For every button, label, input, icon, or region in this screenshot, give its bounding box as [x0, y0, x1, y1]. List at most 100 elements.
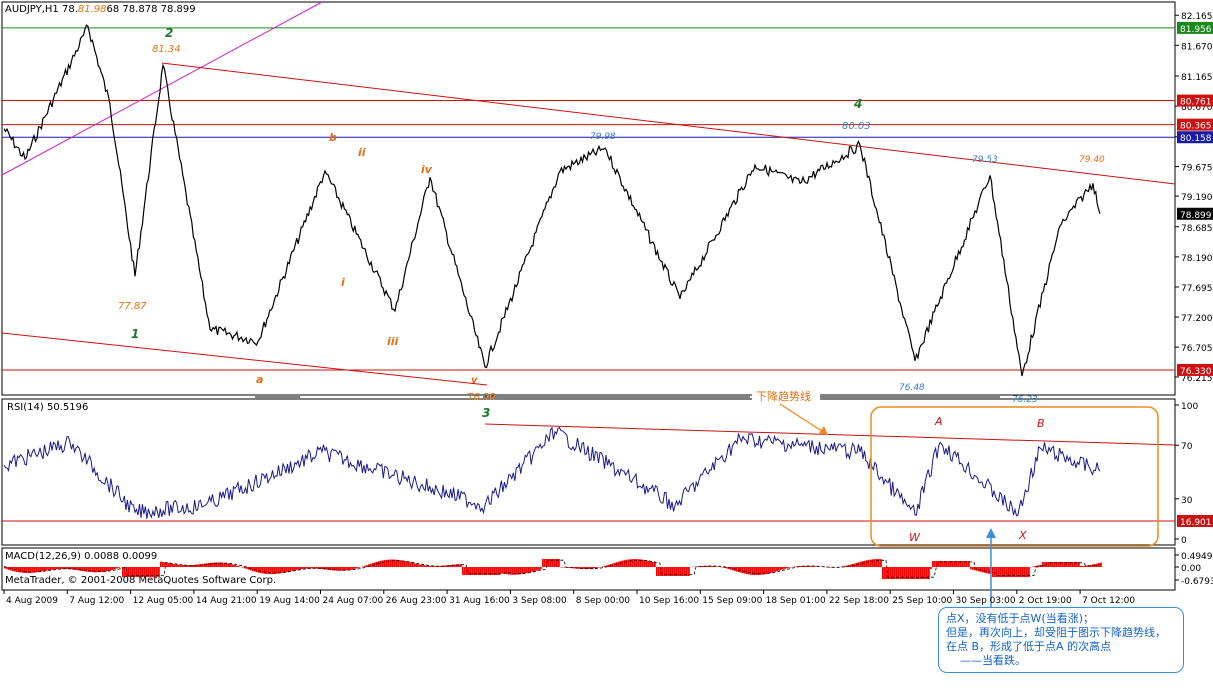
macd-bar: [622, 560, 624, 567]
note-line-1: 点X，没有低于点W(当看涨)；: [946, 612, 1094, 625]
macd-bar: [932, 561, 934, 567]
macd-bar: [420, 564, 422, 567]
macd-bar: [662, 567, 664, 576]
macd-bar: [222, 562, 224, 567]
macd-bar: [416, 563, 418, 567]
macd-bar: [332, 567, 334, 571]
ohlc-label-highlight: 81.98: [77, 4, 107, 15]
macd-bar: [650, 561, 652, 567]
macd-bar: [358, 567, 360, 568]
svg-text:80.761: 80.761: [1180, 98, 1212, 108]
macd-bar: [84, 567, 86, 572]
macd-bar: [228, 563, 230, 567]
macd-bar: [404, 561, 406, 567]
note-line-2: 但是，再次向上，却受阻于图示下降趋势线，: [946, 626, 1166, 639]
rsi-level-tag: 16.901: [1177, 515, 1213, 528]
rsi-point-b: B: [1037, 417, 1045, 430]
time-tick-label: 18 Sep 01:00: [766, 596, 826, 606]
macd-bar: [44, 567, 46, 571]
macd-bar: [624, 560, 626, 567]
macd-bar: [208, 563, 210, 567]
macd-tick-label: -0.6793: [1181, 577, 1213, 587]
macd-bar: [534, 567, 536, 572]
macd-bar: [1080, 565, 1082, 567]
macd-bar: [288, 567, 290, 572]
macd-bar: [992, 567, 994, 577]
macd-bar: [464, 567, 466, 575]
macd-bar: [226, 563, 228, 567]
wave-i: i: [341, 276, 345, 289]
macd-bar: [618, 561, 620, 567]
macd-bar: [914, 567, 916, 579]
macd-bar: [356, 567, 358, 569]
macd-bar: [628, 559, 630, 567]
macd-bar: [934, 561, 936, 567]
wave-1: 1: [131, 327, 139, 341]
price-tick-label: 82.165: [1181, 12, 1213, 22]
macd-bar: [1100, 562, 1102, 567]
macd-bar: [370, 563, 372, 567]
macd-bar: [526, 567, 528, 574]
macd-bar: [280, 567, 282, 574]
macd-bar: [422, 565, 424, 567]
macd-bar: [172, 563, 174, 567]
macd-bar: [536, 567, 538, 571]
macd-bar: [52, 567, 54, 570]
downtrend-label: 下降趋势线: [756, 389, 811, 403]
annotation-79-53: 79.53: [972, 155, 998, 165]
macd-bar: [524, 567, 526, 574]
macd-bar: [40, 567, 42, 572]
note-line-3: 在点 B，形成了低于点A 的次高点: [946, 640, 1112, 653]
macd-bar: [972, 567, 974, 570]
macd-bar: [776, 567, 778, 572]
macd-bar: [882, 567, 884, 579]
macd-bar: [786, 567, 788, 569]
macd-bar: [904, 567, 906, 579]
macd-bar: [682, 567, 684, 576]
macd-bar: [364, 565, 366, 567]
macd-bar: [1000, 567, 1002, 577]
macd-bar: [864, 560, 866, 567]
macd-bar: [66, 567, 68, 570]
macd-bar: [258, 567, 260, 573]
time-tick-label: 12 Aug 05:00: [133, 596, 194, 606]
macd-bar: [116, 567, 118, 569]
macd-bar: [870, 559, 872, 567]
macd-bar: [244, 567, 246, 569]
macd-bar: [744, 567, 746, 574]
macd-bar: [740, 567, 742, 573]
macd-bar: [284, 567, 286, 573]
macd-bar: [426, 565, 428, 567]
price-tick-label: 77.200: [1181, 314, 1213, 324]
macd-bar: [282, 567, 284, 573]
macd-bar: [510, 567, 512, 575]
price-tick-label: 78.190: [1181, 254, 1213, 264]
macd-bar: [202, 563, 204, 567]
macd-bar: [242, 567, 244, 568]
macd-bar: [336, 567, 338, 571]
rsi-tick-label: 100: [1181, 402, 1198, 412]
rsi-axis: 100 70 30 0 16.901: [1175, 402, 1213, 546]
macd-bar: [782, 567, 784, 570]
macd-bar: [276, 567, 278, 574]
macd-bar: [96, 567, 98, 573]
macd-bar: [330, 567, 332, 571]
macd-bar: [1034, 566, 1036, 567]
rsi-point-x: X: [1018, 529, 1027, 542]
macd-bar: [522, 567, 524, 574]
macd-bar: [1084, 565, 1086, 567]
macd-bar: [768, 567, 770, 574]
macd-bar: [110, 567, 112, 571]
macd-bar: [984, 567, 986, 573]
macd-bar: [118, 567, 120, 568]
macd-bar: [736, 567, 738, 572]
macd-bar: [300, 567, 302, 570]
ohlc-label-part-1: 78.: [61, 4, 78, 15]
macd-bar: [454, 564, 456, 567]
macd-bar: [262, 567, 264, 574]
macd-bar: [644, 560, 646, 567]
wave-v: v: [471, 375, 478, 386]
wave-ii: ii: [358, 146, 366, 159]
time-tick-label: 3 Sep 08:00: [512, 596, 567, 606]
annotation-76-38: 76.38: [467, 392, 496, 403]
